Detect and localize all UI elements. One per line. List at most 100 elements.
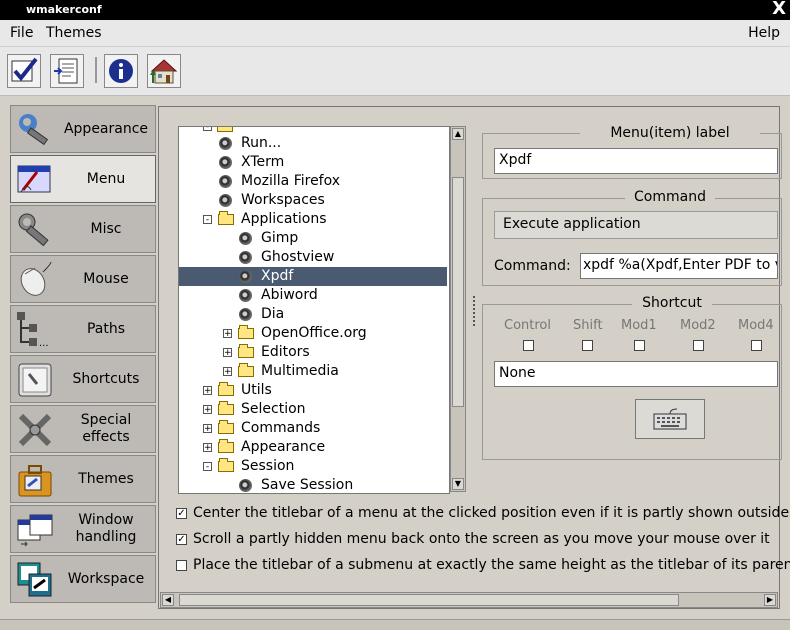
expand-icon[interactable]: + (203, 386, 212, 396)
sidebar-item-label: Menu (86, 170, 126, 187)
option-checkbox-submenu-titlebar[interactable] (176, 560, 187, 571)
tree-row-label: Editors (261, 344, 310, 360)
menu-themes[interactable]: Themes (46, 25, 102, 41)
close-icon[interactable]: X (772, 0, 786, 19)
sidebar-item-appearance[interactable]: Appearance (10, 105, 156, 153)
gear-icon (219, 156, 232, 169)
tree-folder-row[interactable]: + Appearance (179, 438, 447, 457)
scroll-up-arrow[interactable]: ▲ (452, 128, 464, 140)
tree-item-row[interactable]: Gimp (179, 229, 447, 248)
scroll-thumb[interactable] (452, 177, 464, 407)
tree-item-row[interactable]: Dia (179, 305, 447, 324)
capture-shortcut-button[interactable] (635, 399, 705, 439)
info-button[interactable] (104, 54, 138, 88)
expand-icon[interactable]: + (203, 424, 212, 434)
modifier-label-mod4: Mod4 (738, 318, 774, 333)
menu-help[interactable]: Help (748, 25, 780, 41)
menu-item-label-input[interactable]: Xpdf (494, 148, 778, 174)
sidebar-item-label: Special effects (80, 412, 132, 445)
modifier-checkbox-mod4[interactable] (751, 340, 762, 351)
tree-item-row[interactable]: Save Session (179, 476, 447, 493)
option-label-scroll-hidden-menu: Scroll a partly hidden menu back onto th… (193, 531, 770, 547)
expand-icon[interactable]: + (223, 329, 232, 339)
tree-row-label: Applications (241, 211, 327, 227)
gear-icon (239, 251, 252, 264)
command-group-title: Command (625, 189, 715, 205)
command-type-select[interactable]: Execute application (494, 211, 778, 239)
sidebar-item-special-effects[interactable]: Special effects (10, 405, 156, 453)
apply-button[interactable] (7, 54, 41, 88)
tree-folder-row[interactable]: - Applications (179, 210, 447, 229)
sidebar-item-paths[interactable]: ... Paths (10, 305, 156, 353)
expand-icon[interactable]: + (203, 443, 212, 453)
menu-file[interactable]: File (10, 25, 33, 41)
tree-row-label: Utils (241, 382, 272, 398)
info-icon (109, 59, 133, 83)
tree-folder-row[interactable]: + Editors (179, 343, 447, 362)
tree-row-label: Run... (241, 135, 282, 151)
tree-item-row[interactable]: XTerm (179, 153, 447, 172)
sidebar-item-shortcuts[interactable]: Shortcuts (10, 355, 156, 403)
modifier-label-mod1: Mod1 (621, 318, 657, 333)
sidebar-item-misc[interactable]: Misc (10, 205, 156, 253)
collapse-icon[interactable]: - (203, 462, 212, 472)
tree-row-label: Dia (261, 306, 285, 322)
collapse-icon[interactable]: - (203, 215, 212, 225)
option-checkbox-center-titlebar[interactable]: ✓ (176, 508, 187, 519)
mouse-icon (20, 262, 52, 296)
sidebar-item-label: Shortcuts (72, 370, 140, 387)
tree-folder-row[interactable]: - Session (179, 457, 447, 476)
tree-row-label: Xpdf (261, 268, 294, 284)
tree-row-label: Save Session (261, 477, 354, 493)
shortcut-group-title: Shortcut (632, 295, 712, 311)
sidebar-item-mouse[interactable]: Mouse (10, 255, 156, 303)
menu-editor-icon (17, 165, 51, 193)
tree-folder-row[interactable]: + Commands (179, 419, 447, 438)
modifier-checkbox-shift[interactable] (582, 340, 593, 351)
tree-item-row[interactable]: Xpdf (179, 267, 447, 286)
tree-item-row[interactable]: Mozilla Firefox (179, 172, 447, 191)
gear-icon (239, 270, 252, 283)
modifier-checkbox-mod1[interactable] (634, 340, 645, 351)
expand-icon[interactable]: + (223, 367, 232, 377)
tree-folder-row[interactable]: + Selection (179, 400, 447, 419)
tree-folder-row[interactable]: + Utils (179, 381, 447, 400)
sidebar-item-themes[interactable]: Themes (10, 455, 156, 503)
modifier-checkbox-mod2[interactable] (693, 340, 704, 351)
scroll-right-arrow[interactable]: ▶ (764, 594, 776, 606)
home-button[interactable] (147, 54, 181, 88)
tree-item-row[interactable]: Workspaces (179, 191, 447, 210)
toolbar (0, 47, 790, 96)
sidebar-item-workspace[interactable]: Workspace (10, 555, 156, 603)
gear-icon (239, 479, 252, 492)
option-checkbox-scroll-hidden-menu[interactable]: ✓ (176, 534, 187, 545)
menu-tree[interactable]: - Run... XTerm Mozilla Firefox Workspaces - A… (178, 126, 450, 494)
window-titlebar[interactable]: wmakerconf X (0, 0, 790, 20)
modifier-label-mod2: Mod2 (680, 318, 716, 333)
tree-row-label: Multimedia (261, 363, 339, 379)
tree-folder-row[interactable]: + OpenOffice.org (179, 324, 447, 343)
command-input[interactable]: xpdf %a(Xpdf,Enter PDF to v (580, 253, 778, 279)
tree-item-row[interactable]: Run... (179, 134, 447, 153)
scroll-left-arrow[interactable]: ◀ (162, 594, 174, 606)
wrench-icon (19, 114, 49, 146)
command-field-label: Command: (494, 258, 571, 274)
scroll-down-arrow[interactable]: ▼ (452, 478, 464, 490)
modifier-checkbox-control[interactable] (523, 340, 534, 351)
checkmark-icon (11, 57, 38, 82)
shortcut-input[interactable]: None (494, 361, 778, 387)
pane-splitter[interactable] (473, 296, 478, 326)
tree-folder-row[interactable]: + Multimedia (179, 362, 447, 381)
save-button[interactable] (50, 54, 84, 88)
panel-horizontal-scrollbar[interactable]: ◀ ▶ (160, 592, 778, 608)
gear-icon (219, 175, 232, 188)
sidebar-item-window-handling[interactable]: Window handling (10, 505, 156, 553)
expand-icon[interactable]: + (203, 405, 212, 415)
toolbar-separator (95, 57, 97, 83)
scroll-thumb[interactable] (179, 594, 679, 606)
tree-vertical-scrollbar[interactable]: ▲ ▼ (450, 126, 466, 492)
tree-item-row[interactable]: Ghostview (179, 248, 447, 267)
expand-icon[interactable]: + (223, 348, 232, 358)
tree-item-row[interactable]: Abiword (179, 286, 447, 305)
sidebar-item-menu[interactable]: Menu (10, 155, 156, 203)
